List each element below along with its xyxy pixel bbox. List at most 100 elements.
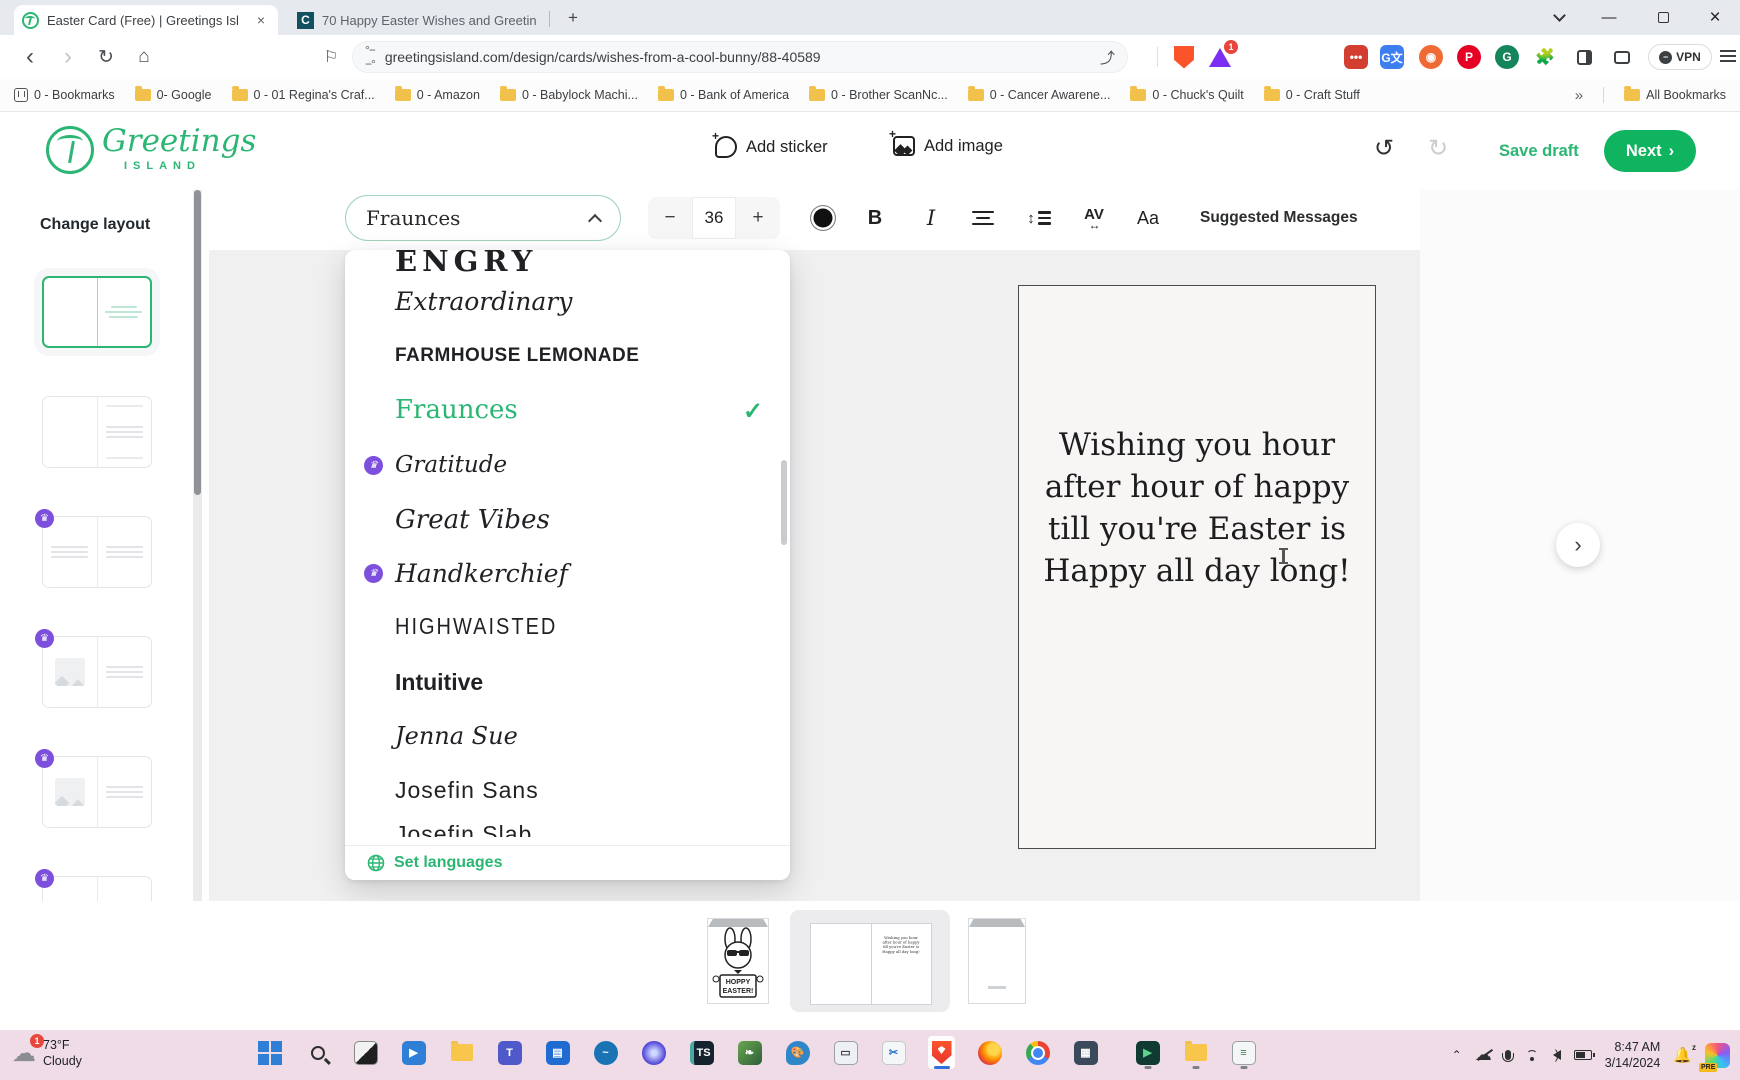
font-option[interactable]: Great Vibes [345, 496, 775, 544]
bookmark-item[interactable]: 0 - Bookmarks [14, 88, 115, 102]
italic-button[interactable]: I [916, 196, 946, 240]
firefox-button[interactable] [976, 1036, 1003, 1069]
undo-icon[interactable]: ↺ [1374, 134, 1394, 163]
wallet-icon[interactable] [1610, 45, 1634, 69]
letter-spacing-button[interactable]: AV↔ [1078, 196, 1110, 240]
paint-app-button[interactable]: 🎨 [784, 1036, 811, 1069]
save-draft-button[interactable]: Save draft [1499, 142, 1579, 161]
address-bar[interactable]: °−−° greetingsisland.com/design/cards/wi… [352, 41, 1128, 73]
card-text[interactable]: Wishing you hour after hour of happy til… [1019, 424, 1375, 592]
taskbar-clock[interactable]: 8:47 AM3/14/2024 [1605, 1039, 1661, 1071]
translate-extension-icon[interactable]: G文 [1380, 45, 1404, 69]
font-option[interactable]: Josefin Sans [345, 766, 775, 814]
new-tab-button[interactable]: + [562, 7, 584, 29]
bookmark-folder[interactable]: 0- Google [135, 88, 212, 102]
font-option[interactable]: Intuitive [345, 658, 775, 706]
calculator-button[interactable]: ▦ [1072, 1036, 1099, 1069]
microphone-icon[interactable] [1505, 1050, 1511, 1060]
chrome-button[interactable] [1024, 1036, 1051, 1069]
page-thumbnail-inside-spread[interactable]: Wishing you hour after hour of happy til… [810, 923, 932, 1005]
window-close-button[interactable]: × [1692, 0, 1738, 35]
layout-option-premium[interactable]: ♛ [42, 636, 152, 708]
file-explorer-window-button[interactable] [1182, 1036, 1209, 1069]
wifi-icon[interactable] [1524, 1050, 1540, 1061]
font-size-increase-button[interactable]: + [736, 197, 780, 239]
reload-icon[interactable]: ↻ [88, 35, 124, 79]
bookmark-folder[interactable]: 0 - Cancer Awarene... [968, 88, 1111, 102]
file-explorer-button[interactable] [448, 1036, 475, 1069]
layout-option-premium[interactable]: ♛ [42, 516, 152, 588]
font-option[interactable]: ENGRY [345, 250, 775, 276]
page-thumbnail-front[interactable]: HOPPY EASTER! [707, 918, 769, 1004]
weather-widget[interactable]: ☁1 73°FCloudy [12, 1037, 82, 1069]
next-button[interactable]: Next› [1604, 130, 1696, 172]
mail-app-button[interactable]: ▤ [544, 1036, 571, 1069]
vpn-button[interactable]: − VPN [1648, 44, 1712, 70]
projector-app-button[interactable]: ▭ [832, 1036, 859, 1069]
copilot-button[interactable]: PRE [1705, 1043, 1730, 1068]
ts-app-button[interactable]: TS [688, 1036, 715, 1069]
font-option[interactable]: Josefin Slab [345, 821, 775, 837]
add-sticker-button[interactable]: Add sticker [715, 136, 828, 158]
font-family-select[interactable]: Fraunces [345, 195, 621, 241]
share-icon[interactable]: ⤴ [1100, 47, 1115, 68]
next-page-button[interactable]: › [1556, 523, 1600, 567]
search-button[interactable] [304, 1036, 331, 1069]
site-settings-icon[interactable]: °−−° [365, 43, 375, 71]
tab-easter-wishes[interactable]: C 70 Happy Easter Wishes and Greetin [289, 5, 545, 35]
font-option-premium[interactable]: ♛Gratitude [345, 441, 775, 489]
all-bookmarks-folder[interactable]: All Bookmarks [1624, 88, 1726, 102]
font-size-value[interactable]: 36 [692, 197, 736, 239]
bookmark-folder[interactable]: 0 - Babylock Machi... [500, 88, 638, 102]
flower-app-button[interactable] [640, 1036, 667, 1069]
layout-option-premium[interactable]: ♛ [42, 756, 152, 828]
video-editor-button[interactable]: ▶ [1134, 1036, 1161, 1069]
pinterest-extension-icon[interactable]: P [1457, 45, 1481, 69]
font-option[interactable]: Jenna Sue [345, 712, 775, 760]
back-icon[interactable]: ‹ [12, 35, 48, 79]
layout-option[interactable] [42, 396, 152, 468]
teams-button[interactable]: T [496, 1036, 523, 1069]
brave-browser-button[interactable] [928, 1036, 955, 1069]
tab-search-chevron[interactable] [1536, 0, 1582, 35]
url-text[interactable]: greetingsisland.com/design/cards/wishes-… [385, 49, 821, 65]
font-menu-scrollbar[interactable] [781, 460, 787, 545]
font-option[interactable]: Extraordinary [345, 277, 775, 325]
task-view-button[interactable] [352, 1036, 379, 1069]
sidebar-panel-icon[interactable] [1572, 45, 1596, 69]
extension-red-menu-icon[interactable]: ••• [1344, 45, 1368, 69]
adblock-extension-icon[interactable]: 1 [1208, 45, 1232, 69]
brave-shield-icon[interactable] [1172, 45, 1196, 69]
greetings-island-logo[interactable]: Greetings ISLAND [46, 126, 256, 174]
onedrive-paused-icon[interactable]: ☁ [1475, 1045, 1492, 1065]
bookmarks-overflow-chevron[interactable]: » [1575, 87, 1583, 104]
window-maximize-button[interactable] [1640, 0, 1686, 35]
bookmark-flag-icon[interactable]: ⚐ [316, 35, 346, 79]
text-case-button[interactable]: Aa [1132, 196, 1164, 240]
bookmark-folder[interactable]: 0 - Chuck's Quilt [1130, 88, 1243, 102]
volume-icon[interactable] [1553, 1050, 1561, 1060]
tab-easter-card[interactable]: Easter Card (Free) | Greetings Isl × [14, 5, 278, 35]
battery-icon[interactable] [1574, 1050, 1592, 1060]
bookmark-folder[interactable]: 0 - 01 Regina's Craf... [232, 88, 375, 102]
tab-close-icon[interactable]: × [252, 11, 270, 29]
bookmark-folder[interactable]: 0 - Amazon [395, 88, 480, 102]
window-minimize-button[interactable]: — [1586, 0, 1632, 35]
set-languages-button[interactable]: Set languages [345, 845, 790, 880]
document-app-button[interactable]: ≡ [1230, 1036, 1257, 1069]
browser-menu-icon[interactable] [1720, 50, 1736, 52]
bookmark-folder[interactable]: 0 - Brother ScanNc... [809, 88, 948, 102]
layout-option-selected[interactable] [42, 276, 152, 348]
text-color-swatch[interactable] [808, 196, 838, 240]
font-size-decrease-button[interactable]: − [648, 197, 692, 239]
snipping-tool-button[interactable]: ✂ [880, 1036, 907, 1069]
movies-app-button[interactable]: ▶ [400, 1036, 427, 1069]
start-button[interactable] [256, 1036, 283, 1069]
extensions-puzzle-icon[interactable]: 🧩 [1533, 45, 1557, 69]
orange-extension-icon[interactable]: ◉ [1419, 45, 1443, 69]
card-page[interactable]: Wishing you hour after hour of happy til… [1018, 285, 1376, 849]
openoffice-button[interactable]: ~ [592, 1036, 619, 1069]
font-option-selected[interactable]: Fraunces✓ [345, 386, 775, 434]
line-spacing-button[interactable]: ↕ [1022, 196, 1056, 240]
tray-chevron-up-icon[interactable]: ⌃ [1452, 1048, 1462, 1062]
